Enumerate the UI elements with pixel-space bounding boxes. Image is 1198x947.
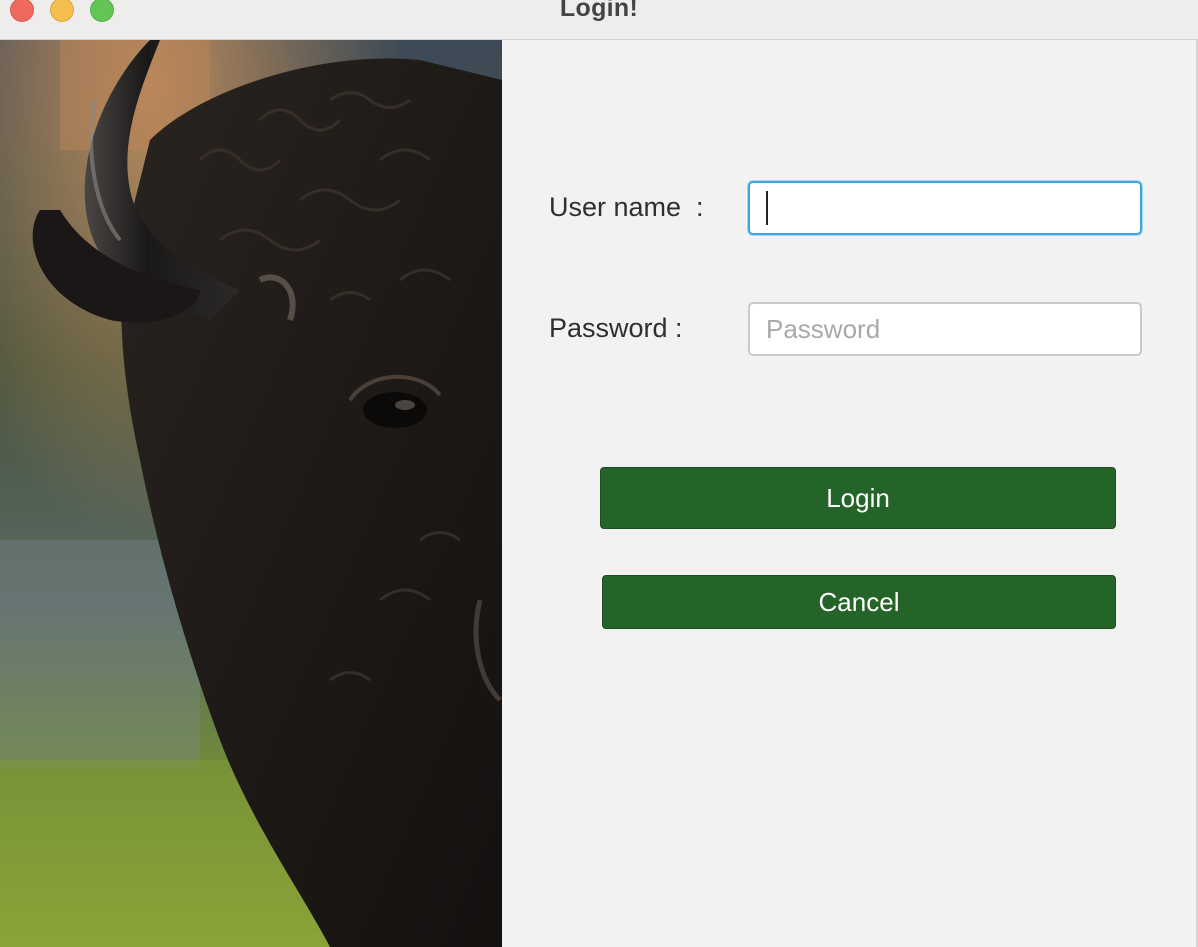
username-input[interactable] <box>748 181 1142 235</box>
username-label: User name : <box>549 192 704 222</box>
bison-statue-image <box>0 40 502 947</box>
login-button[interactable]: Login <box>600 467 1116 529</box>
password-label: Password : <box>549 313 683 343</box>
title-bar[interactable]: Login! <box>0 0 1198 40</box>
window-title: Login! <box>559 0 639 22</box>
password-input[interactable] <box>748 302 1142 356</box>
bison-illustration <box>0 40 502 947</box>
login-window: Login! User name: Password: Login Canc… <box>0 0 1198 947</box>
login-form: User name : Password : Login Cancel <box>502 40 1198 947</box>
cancel-button[interactable]: Cancel <box>602 575 1116 629</box>
text-cursor <box>766 191 768 225</box>
